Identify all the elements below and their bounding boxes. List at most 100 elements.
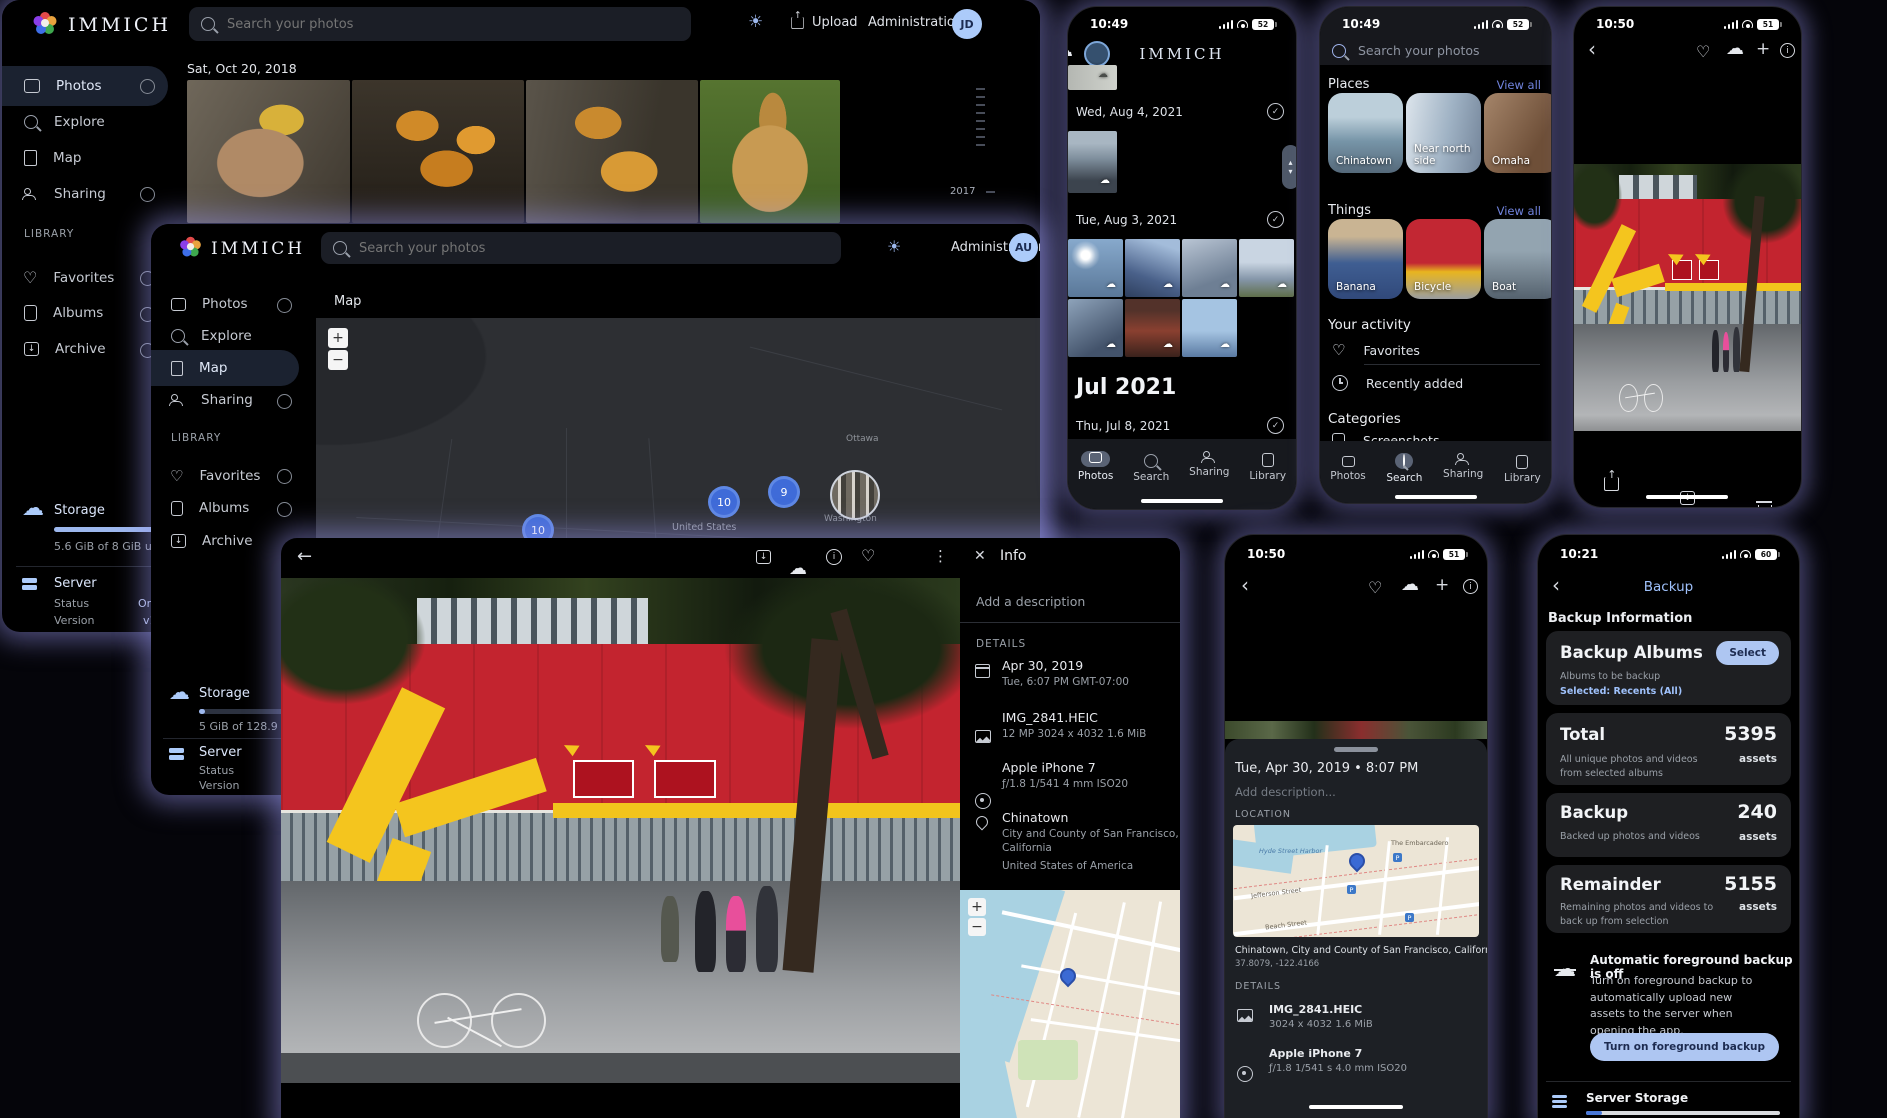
map-zoom-in-button[interactable]: +: [328, 328, 348, 348]
location-sub3: United States of America: [1002, 860, 1133, 872]
map-cluster-marker[interactable]: 10: [708, 486, 740, 518]
favorite-button[interactable]: ♡: [1368, 578, 1382, 597]
sidebar-item-archive[interactable]: ↓ Archive: [24, 341, 106, 357]
places-view-all[interactable]: View all: [1497, 78, 1541, 92]
add-to-album-button[interactable]: +: [1756, 39, 1770, 59]
location-mini-map[interactable]: + − Leaflet | © OpenStreetMap: [960, 890, 1180, 1118]
sidebar-item-sharing[interactable]: Sharing: [22, 186, 106, 202]
server-storage-progress: [1586, 1111, 1780, 1115]
activity-recently-added[interactable]: Recently added: [1332, 375, 1463, 391]
add-to-album-button[interactable]: +: [1435, 575, 1449, 595]
sidebar-item-archive[interactable]: ↓ Archive: [171, 533, 253, 549]
things-view-all[interactable]: View all: [1497, 204, 1541, 218]
nav-photos[interactable]: Photos: [1078, 451, 1113, 510]
photo-thumbnail[interactable]: [526, 80, 698, 223]
info-icon[interactable]: i: [1463, 579, 1478, 594]
back-button[interactable]: ‹: [1241, 573, 1249, 597]
user-avatar[interactable]: JD: [952, 9, 982, 39]
battery-icon: 52: [1252, 19, 1274, 30]
upload-button[interactable]: Upload: [790, 15, 858, 30]
favorite-button[interactable]: ♡: [1696, 42, 1710, 61]
thing-card[interactable]: Boat: [1484, 219, 1552, 299]
administration-link[interactable]: Administration: [868, 15, 963, 30]
place-card-label: Chinatown: [1336, 155, 1392, 167]
server-title: Server: [54, 576, 97, 591]
select-button[interactable]: Select: [1716, 641, 1779, 665]
trash-button[interactable]: [1758, 505, 1772, 508]
photo-thumbnail[interactable]: [352, 80, 524, 223]
albums-icon: [171, 501, 183, 516]
download-icon[interactable]: ↓: [756, 550, 771, 564]
favorite-button[interactable]: ♡: [861, 546, 875, 565]
sidebar-item-explore[interactable]: Explore: [171, 328, 252, 344]
home-indicator: [1309, 1105, 1403, 1109]
photo-thumbnail[interactable]: [187, 80, 350, 223]
theme-toggle-button[interactable]: ☀: [748, 12, 763, 32]
photo-thumbnail[interactable]: [1068, 65, 1117, 90]
server-version-label: Version: [54, 614, 94, 627]
select-all-check-icon[interactable]: ✓: [1267, 211, 1284, 228]
date-group-header: Tue, Aug 3, 2021: [1076, 213, 1177, 227]
search-input[interactable]: [225, 16, 659, 33]
place-card[interactable]: Near north side: [1406, 93, 1481, 173]
place-card[interactable]: Omaha: [1484, 93, 1552, 173]
sidebar-item-sharing[interactable]: Sharing: [169, 392, 253, 408]
wifi-icon: [1428, 550, 1439, 558]
photo-in-n-out[interactable]: [281, 578, 960, 1083]
sidebar-item-explore[interactable]: Explore: [24, 114, 105, 130]
photo-datetime: Tue, Apr 30, 2019 • 8:07 PM: [1235, 761, 1418, 776]
theme-toggle-button[interactable]: ☀: [887, 237, 901, 256]
backup-upload-icon[interactable]: ☁: [1067, 41, 1282, 60]
turn-on-foreground-backup-button[interactable]: Turn on foreground backup: [1590, 1033, 1779, 1061]
heart-icon: ♡: [170, 467, 183, 485]
more-options-button[interactable]: ⋮: [933, 547, 948, 565]
sidebar-item-albums[interactable]: Albums: [24, 305, 103, 321]
search-bar[interactable]: [321, 232, 841, 264]
description-input[interactable]: Add description...: [1235, 785, 1336, 799]
nav-library[interactable]: Library: [1504, 453, 1541, 504]
sidebar-item-favorites[interactable]: ♡ Favorites: [23, 268, 114, 287]
thing-card[interactable]: Banana: [1328, 219, 1403, 299]
sidebar-item-albums[interactable]: Albums: [171, 500, 249, 516]
photo-in-n-out[interactable]: [1574, 164, 1801, 431]
back-button[interactable]: ←: [297, 546, 312, 567]
search-bar[interactable]: Search your photos: [1332, 43, 1480, 58]
minimap-zoom-in[interactable]: +: [968, 898, 986, 916]
thing-card[interactable]: Bicycle: [1406, 219, 1481, 299]
select-all-check-icon[interactable]: ✓: [1267, 417, 1284, 434]
sidebar-item-map[interactable]: Map: [24, 150, 82, 166]
map-cluster-marker[interactable]: 9: [768, 476, 800, 508]
sidebar-item-photos[interactable]: Photos: [24, 78, 102, 94]
drag-handle[interactable]: [1334, 747, 1378, 752]
back-button[interactable]: ‹: [1588, 37, 1596, 61]
nav-library[interactable]: Library: [1249, 451, 1286, 510]
photo-cluster-marker[interactable]: [830, 470, 880, 520]
info-icon[interactable]: i: [1780, 43, 1795, 58]
photo-strip[interactable]: [1225, 721, 1487, 739]
description-input[interactable]: Add a description: [976, 594, 1085, 609]
share-button[interactable]: [1604, 477, 1619, 491]
place-card[interactable]: Chinatown: [1328, 93, 1403, 173]
close-icon[interactable]: ✕: [974, 548, 986, 564]
timeline-year-label[interactable]: 2017: [950, 186, 975, 197]
activity-favorites[interactable]: ♡ Favorites: [1332, 341, 1420, 359]
location-map[interactable]: Hyde Street Harbor The Embarcadero Jeffe…: [1233, 825, 1479, 937]
sidebar-item-map[interactable]: Map: [171, 360, 228, 376]
phone-search: 10:49 52 Search your photos Places View …: [1319, 6, 1552, 504]
sharing-count-badge: [140, 187, 155, 202]
search-input[interactable]: [357, 240, 807, 257]
sidebar-item-photos[interactable]: Photos: [171, 296, 248, 312]
search-bar[interactable]: [189, 7, 691, 41]
archive-icon: ↓: [24, 342, 39, 356]
timeline-scrubber[interactable]: ▴ ▾: [1282, 145, 1297, 189]
minimap-zoom-out[interactable]: −: [968, 918, 986, 936]
info-icon[interactable]: i: [826, 549, 842, 565]
user-avatar[interactable]: AU: [1009, 233, 1038, 262]
photo-thumbnail[interactable]: [700, 80, 840, 223]
sidebar-item-favorites[interactable]: ♡ Favorites: [170, 467, 260, 485]
map-zoom-out-button[interactable]: −: [328, 350, 348, 370]
select-all-check-icon[interactable]: ✓: [1267, 103, 1284, 120]
photos-count-badge: [277, 298, 292, 313]
month-header: Jul 2021: [1076, 375, 1176, 400]
nav-photos[interactable]: Photos: [1330, 453, 1365, 504]
